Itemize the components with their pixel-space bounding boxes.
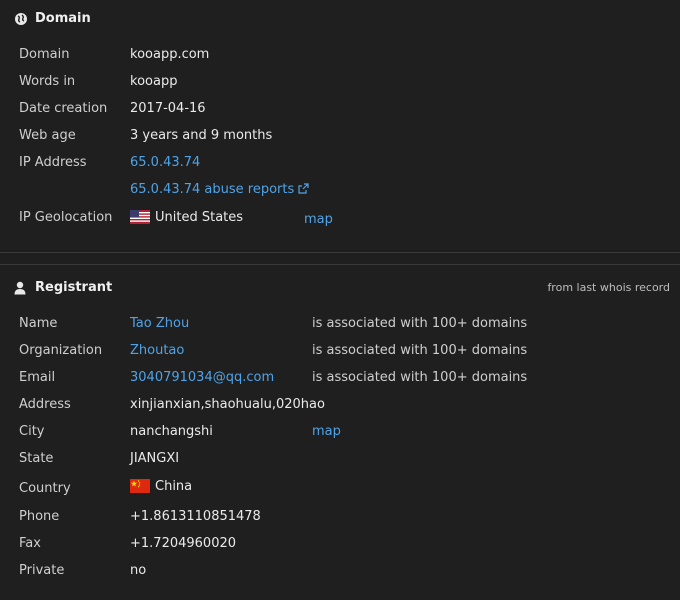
whois-record-note: from last whois record (547, 281, 670, 294)
label-ip-geolocation: IP Geolocation (19, 210, 113, 225)
email-association: is associated with 100+ domains (312, 370, 528, 385)
row-email: Email 3040791034@qq.com is associated wi… (0, 370, 680, 397)
organization-link[interactable]: Zhoutao (130, 343, 184, 358)
china-flag-icon (130, 479, 150, 497)
value-state: JIANGXI (130, 451, 180, 466)
label-domain: Domain (19, 47, 70, 62)
value-date-creation: 2017-04-16 (130, 101, 206, 116)
section-divider (0, 264, 680, 265)
value-city: nanchangshi (130, 424, 213, 439)
geolocation-country: United States (155, 210, 244, 225)
value-phone: +1.8613110851478 (130, 509, 261, 524)
country-name: China (155, 479, 193, 494)
label-organization: Organization (19, 343, 103, 358)
ip-address-link[interactable]: 65.0.43.74 (130, 155, 200, 170)
label-fax: Fax (19, 536, 41, 551)
row-state: State JIANGXI (0, 451, 680, 478)
label-address: Address (19, 397, 71, 412)
label-private: Private (19, 563, 65, 578)
row-words: Words in kooapp (0, 74, 680, 101)
geolocation-value: United States (130, 210, 243, 228)
row-city: City nanchangshi map (0, 424, 680, 451)
label-phone: Phone (19, 509, 60, 524)
label-name: Name (19, 316, 58, 331)
section-divider (0, 252, 680, 253)
label-web-age: Web age (19, 128, 76, 143)
registrant-heading: Registrant (35, 280, 113, 295)
row-ip-geolocation: IP Geolocation United States map (0, 210, 680, 237)
value-address: xinjianxian,shaohualu,020hao (130, 397, 325, 412)
row-date-creation: Date creation 2017-04-16 (0, 101, 680, 128)
name-association: is associated with 100+ domains (312, 316, 528, 331)
value-fax: +1.7204960020 (130, 536, 237, 551)
us-flag-icon (130, 210, 150, 228)
row-private: Private no (0, 563, 680, 590)
row-address: Address xinjianxian,shaohualu,020hao (0, 397, 680, 424)
label-city: City (19, 424, 45, 439)
label-state: State (19, 451, 54, 466)
label-email: Email (19, 370, 56, 385)
row-web-age: Web age 3 years and 9 months (0, 128, 680, 155)
row-country: Country China (0, 479, 680, 506)
external-link-icon (298, 183, 309, 198)
abuse-reports-label: 65.0.43.74 abuse reports (130, 182, 295, 197)
row-domain: Domain kooapp.com (0, 47, 680, 74)
row-ip-address: IP Address 65.0.43.74 (0, 155, 680, 182)
row-organization: Organization Zhoutao is associated with … (0, 343, 680, 370)
label-words: Words in (19, 74, 76, 89)
label-date-creation: Date creation (19, 101, 108, 116)
email-link[interactable]: 3040791034@qq.com (130, 370, 274, 385)
domain-heading: Domain (35, 11, 91, 26)
geolocation-map-link[interactable]: map (304, 212, 333, 227)
domain-section-title: Domain (14, 11, 91, 26)
abuse-reports-link[interactable]: 65.0.43.74 abuse reports (130, 182, 309, 198)
value-words: kooapp (130, 74, 178, 89)
registrant-section-title: Registrant (14, 280, 112, 295)
value-private: no (130, 563, 147, 578)
name-link[interactable]: Tao Zhou (130, 316, 189, 331)
city-map-link[interactable]: map (312, 424, 341, 439)
country-value: China (130, 479, 192, 497)
value-domain: kooapp.com (130, 47, 210, 62)
label-country: Country (19, 481, 71, 496)
row-abuse-reports: 65.0.43.74 abuse reports (0, 182, 680, 209)
row-phone: Phone +1.8613110851478 (0, 509, 680, 536)
globe-icon (14, 12, 28, 26)
organization-association: is associated with 100+ domains (312, 343, 528, 358)
label-ip-address: IP Address (19, 155, 87, 170)
user-icon (14, 281, 28, 295)
value-web-age: 3 years and 9 months (130, 128, 273, 143)
row-fax: Fax +1.7204960020 (0, 536, 680, 563)
row-name: Name Tao Zhou is associated with 100+ do… (0, 316, 680, 343)
